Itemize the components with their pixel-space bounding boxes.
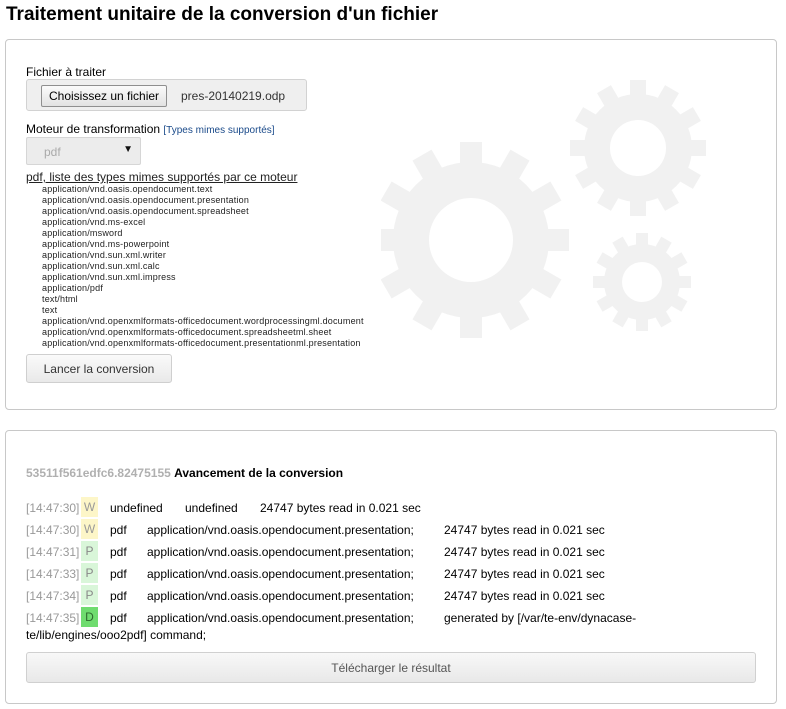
list-item: application/msword	[42, 228, 123, 238]
list-item: application/vnd.ms-excel	[42, 217, 146, 227]
log-time: [14:47:34]	[26, 589, 80, 603]
mime-list-title[interactable]: pdf, liste des types mimes supportés par…	[26, 170, 297, 184]
gears-illustration	[381, 80, 706, 338]
log-engine: undefined	[110, 501, 163, 515]
status-badge: D	[81, 607, 98, 627]
engine-select[interactable]: pdf ▼	[26, 137, 141, 165]
progress-heading: 53511f561edfc6.82475155 Avancement de la…	[26, 466, 343, 480]
file-input[interactable]: Choisissez un fichier pres-20140219.odp	[26, 79, 307, 111]
engine-select-value: pdf	[44, 145, 61, 159]
mime-types-link[interactable]: [Types mimes supportés]	[163, 125, 274, 136]
log-row: [14:47:35] D pdf application/vnd.oasis.o…	[26, 607, 766, 629]
task-id: 53511f561edfc6.82475155	[26, 466, 171, 480]
log-time: [14:47:30]	[26, 501, 80, 515]
list-item: application/vnd.sun.xml.calc	[42, 261, 160, 271]
log-row: [14:47:31] P pdf application/vnd.oasis.o…	[26, 541, 766, 563]
log-time: [14:47:30]	[26, 523, 80, 537]
list-item: application/vnd.openxmlformats-officedoc…	[42, 316, 364, 326]
log-mime: application/vnd.oasis.opendocument.prese…	[147, 523, 414, 537]
choose-file-button[interactable]: Choisissez un fichier	[41, 85, 168, 107]
log-row: [14:47:33] P pdf application/vnd.oasis.o…	[26, 563, 766, 585]
list-item: application/vnd.openxmlformats-officedoc…	[42, 327, 332, 337]
log-mime: application/vnd.oasis.opendocument.prese…	[147, 589, 414, 603]
log-row: [14:47:30] W undefined undefined 24747 b…	[26, 497, 766, 519]
status-badge: P	[81, 541, 98, 561]
page-title: Traitement unitaire de la conversion d'u…	[6, 4, 439, 25]
status-badge: W	[81, 519, 98, 539]
engine-label: Moteur de transformation [Types mimes su…	[26, 122, 275, 136]
log-time: [14:47:35]	[26, 611, 80, 625]
progress-log: [14:47:30] W undefined undefined 24747 b…	[26, 497, 766, 629]
log-mime: application/vnd.oasis.opendocument.prese…	[147, 611, 414, 625]
progress-panel: 53511f561edfc6.82475155 Avancement de la…	[5, 430, 777, 704]
engine-label-text: Moteur de transformation	[26, 122, 161, 136]
status-badge: P	[81, 563, 98, 583]
file-name: pres-20140219.odp	[181, 89, 286, 103]
progress-title: Avancement de la conversion	[174, 466, 344, 480]
log-engine: pdf	[110, 589, 127, 603]
list-item: application/vnd.openxmlformats-officedoc…	[42, 338, 361, 348]
log-mime: undefined	[185, 501, 238, 515]
log-mime: application/vnd.oasis.opendocument.prese…	[147, 567, 414, 581]
list-item: application/vnd.ms-powerpoint	[42, 239, 170, 249]
log-row: [14:47:30] W pdf application/vnd.oasis.o…	[26, 519, 766, 541]
list-item: application/vnd.sun.xml.impress	[42, 272, 176, 282]
mime-type-list: application/vnd.oasis.opendocument.text …	[42, 184, 364, 349]
conversion-form-panel: Fichier à traiter Choisissez un fichier …	[5, 39, 777, 410]
log-engine: pdf	[110, 611, 127, 625]
status-badge: W	[81, 497, 98, 517]
list-item: text/html	[42, 294, 78, 304]
log-message: 24747 bytes read in 0.021 sec	[444, 589, 605, 603]
log-engine: pdf	[110, 545, 127, 559]
launch-conversion-button[interactable]: Lancer la conversion	[26, 354, 172, 383]
log-message: generated by [/var/te-env/dynacase-	[444, 611, 637, 625]
log-time: [14:47:33]	[26, 567, 80, 581]
log-engine: pdf	[110, 523, 127, 537]
list-item: application/vnd.sun.xml.writer	[42, 250, 167, 260]
log-message: 24747 bytes read in 0.021 sec	[444, 545, 605, 559]
log-message: 24747 bytes read in 0.021 sec	[260, 501, 421, 515]
log-message-continuation: te/lib/engines/ooo2pdf] command;	[26, 628, 207, 642]
log-row: [14:47:34] P pdf application/vnd.oasis.o…	[26, 585, 766, 607]
status-badge: P	[81, 585, 98, 605]
list-item: application/vnd.oasis.opendocument.prese…	[42, 195, 250, 205]
log-engine: pdf	[110, 567, 127, 581]
log-time: [14:47:31]	[26, 545, 80, 559]
list-item: text	[42, 305, 58, 315]
file-label: Fichier à traiter	[26, 65, 107, 79]
download-result-button[interactable]: Télécharger le résultat	[26, 652, 756, 683]
list-item: application/pdf	[42, 283, 104, 293]
chevron-down-icon: ▼	[123, 144, 133, 155]
log-message: 24747 bytes read in 0.021 sec	[444, 523, 605, 537]
log-message: 24747 bytes read in 0.021 sec	[444, 567, 605, 581]
list-item: application/vnd.oasis.opendocument.sprea…	[42, 206, 249, 216]
log-mime: application/vnd.oasis.opendocument.prese…	[147, 545, 414, 559]
list-item: application/vnd.oasis.opendocument.text	[42, 184, 213, 194]
